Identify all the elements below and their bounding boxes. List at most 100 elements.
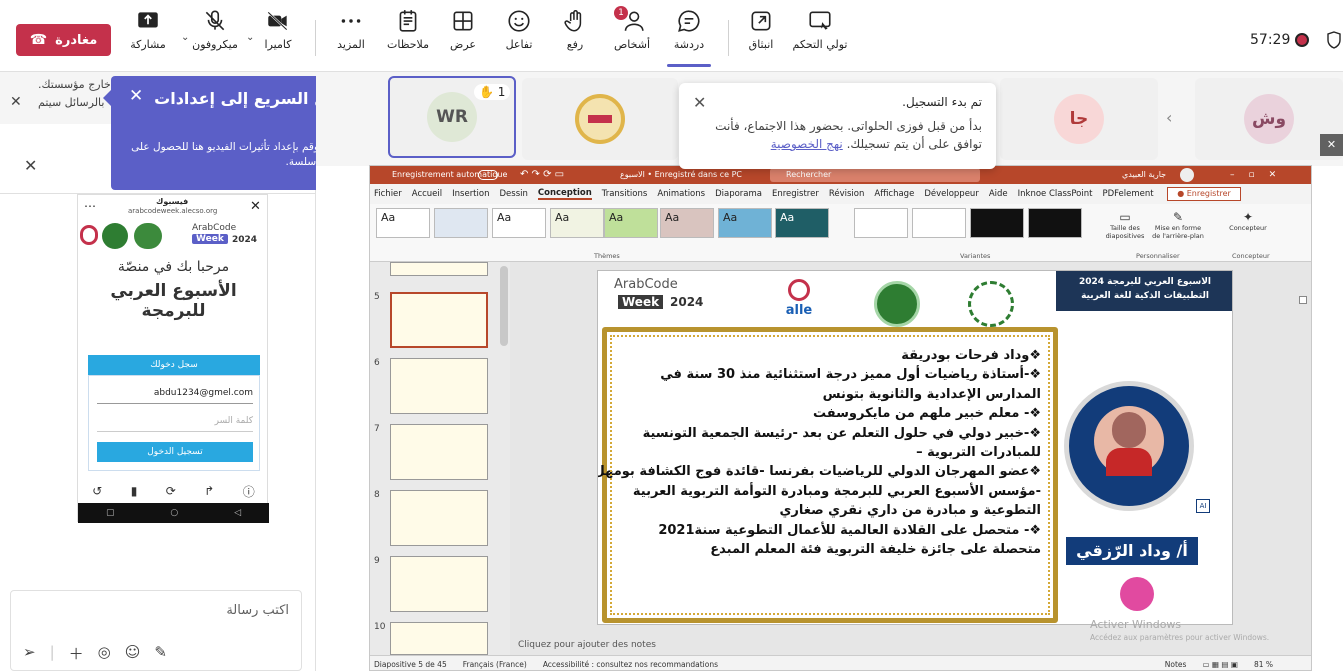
designer-button[interactable]: ✦ Concepteur [1226, 210, 1270, 232]
camera-button[interactable]: كاميرا [258, 8, 298, 66]
loop-icon[interactable]: ◎ [98, 643, 111, 664]
react-button[interactable]: تفاعل [503, 8, 535, 66]
view-button[interactable]: عرض [448, 8, 478, 66]
ppt-record-button[interactable]: ● Enregistrer [1167, 187, 1241, 201]
more-icon: ⋯ [84, 199, 96, 213]
arabcode-logo: ArabCode Week 2024 [604, 277, 714, 317]
mic-options-chevron-icon[interactable]: ⌄ [181, 32, 189, 43]
undo-icon[interactable]: ↶ ↷ ⟳ ▭ [520, 166, 564, 184]
window-controls-icon[interactable]: –▫✕ [1230, 166, 1290, 184]
theme-thumb[interactable]: Aa [550, 208, 604, 238]
variant-thumb[interactable] [854, 208, 908, 238]
close-preview-icon[interactable]: ✕ [24, 156, 37, 175]
bg-format-button[interactable]: ✎ Mise en forme de l'arrière-plan [1152, 210, 1204, 240]
theme-thumb[interactable]: Aa [660, 208, 714, 238]
slide-scrollbar[interactable] [1298, 266, 1308, 655]
theme-thumb[interactable]: Aa [775, 208, 829, 238]
slide-thumbnail-active[interactable] [390, 292, 488, 348]
view-buttons-icon[interactable]: ▭ ▦ ▤ ▣ [1202, 660, 1238, 669]
slide-thumbnail[interactable] [390, 622, 488, 655]
more-button[interactable]: المزيد [334, 8, 368, 66]
close-banner-icon[interactable]: ✕ [10, 94, 22, 110]
chat-input[interactable]: اكتب رسالة [226, 603, 289, 618]
scroll-thumb[interactable] [1299, 296, 1307, 304]
ppt-tab[interactable]: Inknoe ClassPoint [1018, 189, 1093, 199]
status-slide-count: Diapositive 5 de 45 [374, 659, 447, 669]
share-button[interactable]: مشاركة [130, 8, 166, 66]
ppt-tab[interactable]: Animations [657, 189, 705, 199]
phone-headline1: الأسبوع العربي [110, 281, 237, 301]
ppt-tab[interactable]: Affichage [874, 189, 914, 199]
variant-thumb[interactable] [912, 208, 966, 238]
previous-participants-icon[interactable]: ‹ [1166, 108, 1172, 127]
theme-thumb[interactable]: Aa [718, 208, 772, 238]
add-icon[interactable]: ＋ [69, 643, 84, 664]
theme-thumb[interactable]: Aa [604, 208, 658, 238]
theme-thumb[interactable]: Aa [376, 208, 430, 238]
format-icon[interactable]: ✎ [154, 643, 167, 664]
variant-thumb[interactable] [970, 208, 1024, 238]
ppt-tab[interactable]: Accueil [412, 189, 442, 199]
notice-body: بدأ من قبل فوزى الحلواتى. بحضور هذا الاج… [693, 117, 982, 153]
ppt-tab[interactable]: Développeur [924, 189, 979, 199]
people-button[interactable]: 1 أشخاص [612, 6, 652, 66]
ppt-tab[interactable]: Transitions [602, 189, 648, 199]
theme-thumb[interactable] [434, 208, 488, 238]
take-control-button[interactable]: تولي التحكم [792, 8, 848, 66]
theme-thumb[interactable]: Aa [492, 208, 546, 238]
ppt-tab[interactable]: Enregistrer [772, 189, 819, 199]
slide-thumbnail[interactable] [390, 556, 488, 612]
shared-powerpoint-window: Enregistrement automatique ↶ ↷ ⟳ ▭ الاسب… [369, 165, 1312, 671]
popout-button[interactable]: انبثاق [744, 8, 778, 66]
phone-submit-button[interactable]: تسجيل الدخول [97, 442, 253, 462]
ppt-tab[interactable]: Aide [989, 189, 1008, 199]
ppt-tab[interactable]: Fichier [374, 189, 402, 199]
compose-actions: ➢ | ＋ ◎ ☺ ✎ [23, 643, 167, 664]
status-accessibility[interactable]: Accessibilité : consultez nos recommanda… [543, 660, 718, 669]
ppt-search-box[interactable]: Rechercher [770, 168, 980, 182]
zoom-level[interactable]: 81 % [1254, 660, 1311, 669]
close-notice-icon[interactable]: ✕ [693, 93, 706, 112]
ppt-tab[interactable]: Dessin [499, 189, 527, 199]
emoji-icon[interactable]: ☺ [125, 643, 141, 664]
ppt-tab[interactable]: Conception [537, 188, 592, 200]
phone-password-field[interactable]: كلمة السر [97, 416, 253, 432]
mic-button[interactable]: ميكروفون [190, 8, 240, 66]
slide-thumbnail[interactable] [390, 358, 488, 414]
participant-tile-ja[interactable]: جا [1000, 78, 1158, 160]
slide-size-button[interactable]: ▭ Taille des diapositives [1105, 210, 1145, 240]
mic-muted-icon: ✕ [1320, 134, 1343, 156]
send-icon[interactable]: ➢ [23, 643, 36, 664]
slide-thumbnail[interactable] [390, 424, 488, 480]
toolbar-divider [315, 20, 316, 56]
privacy-policy-link[interactable]: نهج الخصوصية [771, 137, 843, 151]
group-designer-label: Concepteur [1232, 252, 1270, 260]
autosave-toggle[interactable] [478, 170, 498, 180]
notes-input[interactable]: Cliquez pour ajouter des notes [518, 640, 656, 650]
ppt-tab[interactable]: Diaporama [715, 189, 762, 199]
close-tooltip-icon[interactable]: ✕ [129, 86, 143, 106]
phone-email-field[interactable]: abdu1234@gmel.com [97, 388, 253, 404]
bio-frame: ❖وداد فرحات بودريقة ❖-أستاذة رياضيات أول … [598, 327, 1058, 623]
status-notes-button[interactable]: Notes [1165, 660, 1187, 669]
ppt-record-label: Enregistrer [1186, 189, 1231, 198]
slide-thumbnail[interactable] [390, 490, 488, 546]
ppt-tab[interactable]: Révision [829, 189, 865, 199]
designer-label: Concepteur [1229, 224, 1267, 232]
camera-label: كاميرا [264, 38, 292, 51]
slide-thumbnail[interactable] [390, 262, 488, 276]
ppt-tab[interactable]: PDFelement [1102, 189, 1153, 199]
shared-phone-image[interactable]: ⋯ فيسبوك arabcodeweek.alecso.org ✕ ArabC… [77, 194, 269, 523]
theme-label: Aa [381, 211, 396, 224]
thumbnail-scrollbar[interactable] [500, 266, 508, 346]
variant-thumb[interactable] [1028, 208, 1082, 238]
camera-options-chevron-icon[interactable]: ⌄ [246, 32, 254, 43]
status-language[interactable]: Français (France) [463, 660, 527, 669]
leave-button[interactable]: ☎ مغادرة [16, 24, 111, 56]
notes-button[interactable]: ملاحظات [385, 8, 431, 66]
ppt-tab[interactable]: Insertion [452, 189, 489, 199]
chat-button[interactable]: دردشة [670, 8, 708, 66]
participant-tile-logo[interactable] [522, 78, 678, 160]
alecso-logo-text: alle [785, 303, 813, 318]
raise-hand-button[interactable]: رفع [560, 8, 590, 66]
